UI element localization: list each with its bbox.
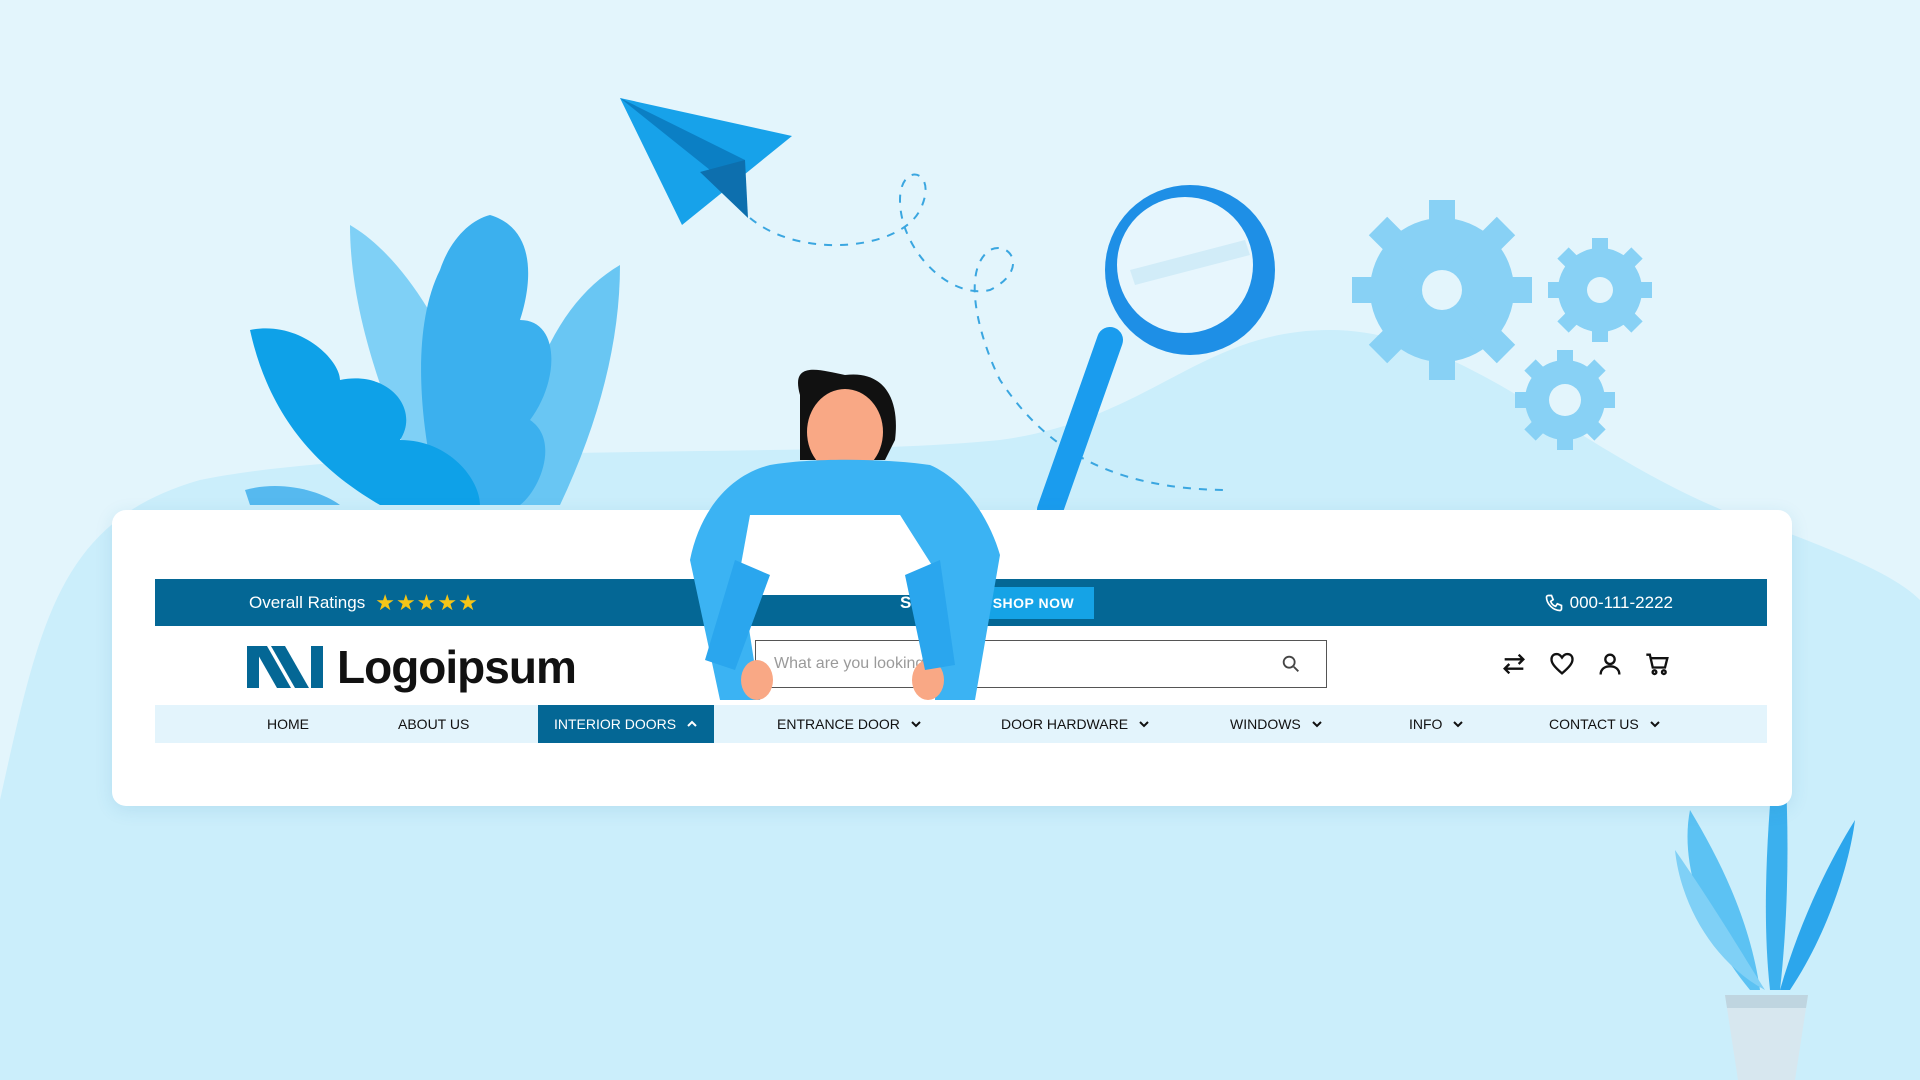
leaves-decoration xyxy=(245,215,620,505)
sale-block: Sale e SHOP NOW xyxy=(900,579,1095,626)
chevron-down-icon xyxy=(1650,721,1660,728)
nav-item-interior-doors[interactable]: INTERIOR DOORS xyxy=(538,705,715,743)
nav-item-label: WINDOWS xyxy=(1230,716,1301,732)
swap-icon[interactable] xyxy=(1500,650,1528,678)
nav-item-info[interactable]: INFO xyxy=(1409,705,1464,743)
phone-icon xyxy=(1545,594,1562,611)
nav-item-label: INTERIOR DOORS xyxy=(554,716,677,732)
chevron-down-icon xyxy=(1139,721,1149,728)
phone-number[interactable]: 000-111-2222 xyxy=(1570,593,1673,613)
phone-block[interactable]: 000-111-2222 xyxy=(1544,579,1673,626)
site-header: Logoipsum xyxy=(155,626,1767,706)
nav-item-label: INFO xyxy=(1409,716,1443,732)
chevron-down-icon xyxy=(911,721,921,728)
nav-item-contact-us[interactable]: CONTACT US xyxy=(1549,705,1661,743)
logo-mark-icon xyxy=(247,646,323,688)
search-bar[interactable] xyxy=(755,640,1327,688)
header-icons xyxy=(1500,650,1672,678)
nav-item-label: HOME xyxy=(267,716,309,732)
heart-icon[interactable] xyxy=(1548,650,1576,678)
nav-item-entrance-door[interactable]: ENTRANCE DOOR xyxy=(777,705,922,743)
nav-item-label: DOOR HARDWARE xyxy=(1001,716,1129,732)
site-logo[interactable]: Logoipsum xyxy=(247,640,577,694)
main-navigation: HOME ABOUT US INTERIOR DOORS ENTRANCE DO… xyxy=(155,705,1767,743)
ratings-block: Overall Ratings ★★★★★ xyxy=(249,579,479,626)
sale-text: Sale xyxy=(900,592,935,612)
nav-item-label: ABOUT US xyxy=(398,716,470,732)
sale-suffix: e xyxy=(948,592,959,612)
top-announcement-bar: Overall Ratings ★★★★★ Sale e SHOP NOW 00… xyxy=(155,579,1767,626)
cart-icon[interactable] xyxy=(1644,650,1672,678)
paper-plane-icon xyxy=(620,98,792,225)
nav-item-label: ENTRANCE DOOR xyxy=(777,716,900,732)
chevron-down-icon xyxy=(1453,721,1464,728)
search-icon[interactable] xyxy=(1280,653,1302,675)
nav-item-door-hardware[interactable]: DOOR HARDWARE xyxy=(1001,705,1150,743)
rating-stars-icon: ★★★★★ xyxy=(375,589,479,615)
chevron-down-icon xyxy=(1312,721,1322,728)
shop-now-button[interactable]: SHOP NOW xyxy=(972,586,1095,619)
nav-item-label: CONTACT US xyxy=(1549,716,1639,732)
search-input[interactable] xyxy=(756,640,1280,688)
ratings-label: Overall Ratings xyxy=(249,592,366,612)
nav-item-windows[interactable]: WINDOWS xyxy=(1230,705,1323,743)
chevron-up-icon xyxy=(687,720,697,727)
logo-text: Logoipsum xyxy=(337,641,577,693)
user-icon[interactable] xyxy=(1596,650,1624,678)
nav-item-about-us[interactable]: ABOUT US xyxy=(398,705,469,743)
nav-item-home[interactable]: HOME xyxy=(267,705,309,743)
